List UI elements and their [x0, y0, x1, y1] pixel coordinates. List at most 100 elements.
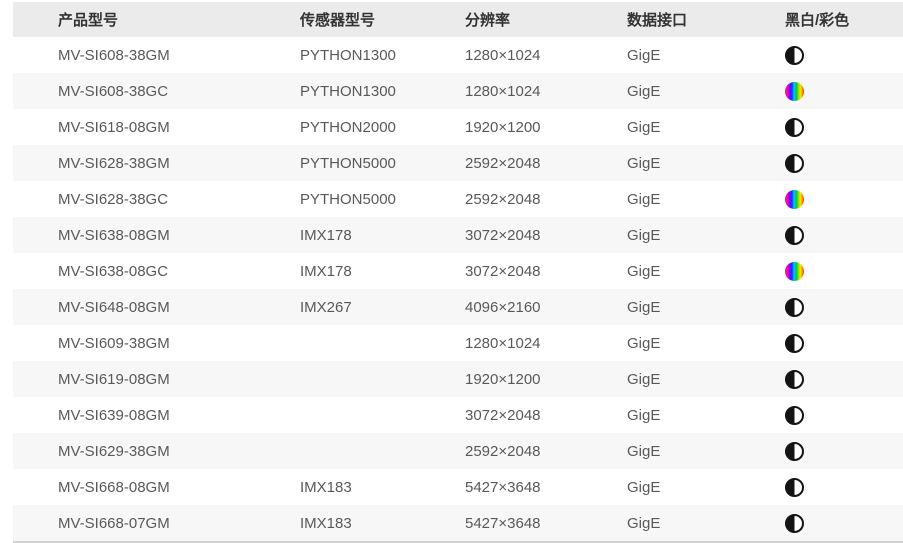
- table-row: MV-SI638-08GC IMX178 3072×2048 GigE: [13, 253, 903, 289]
- mono-icon: [785, 118, 804, 137]
- table-row: MV-SI609-38GM 1280×1024 GigE: [13, 325, 903, 361]
- column-header-model: 产品型号: [13, 2, 255, 37]
- table-body: MV-SI608-38GM PYTHON1300 1280×1024 GigE …: [13, 37, 903, 541]
- sensor-cell: IMX183: [255, 505, 420, 541]
- resolution-cell: 1280×1024: [420, 73, 582, 109]
- color-cell: [740, 181, 903, 217]
- model-cell: MV-SI608-38GC: [13, 73, 255, 109]
- product-spec-table-container: 产品型号 传感器型号 分辨率 数据接口 黑白/彩色 MV-SI608-38GM …: [13, 2, 903, 543]
- column-header-resolution: 分辨率: [420, 2, 582, 37]
- mono-icon: [785, 334, 804, 353]
- table-row: MV-SI619-08GM 1920×1200 GigE: [13, 361, 903, 397]
- sensor-cell: IMX178: [255, 253, 420, 289]
- sensor-cell: PYTHON1300: [255, 73, 420, 109]
- mono-icon: [785, 46, 804, 65]
- resolution-cell: 3072×2048: [420, 217, 582, 253]
- model-cell: MV-SI609-38GM: [13, 325, 255, 361]
- resolution-cell: 5427×3648: [420, 505, 582, 541]
- resolution-cell: 3072×2048: [420, 253, 582, 289]
- sensor-cell: [255, 433, 420, 469]
- interface-cell: GigE: [582, 397, 740, 433]
- resolution-cell: 2592×2048: [420, 181, 582, 217]
- color-cell: [740, 505, 903, 541]
- interface-cell: GigE: [582, 181, 740, 217]
- interface-cell: GigE: [582, 361, 740, 397]
- sensor-cell: [255, 361, 420, 397]
- color-cell: [740, 73, 903, 109]
- table-row: MV-SI628-38GM PYTHON5000 2592×2048 GigE: [13, 145, 903, 181]
- color-cell: [740, 145, 903, 181]
- column-header-color: 黑白/彩色: [740, 2, 903, 37]
- color-cell: [740, 217, 903, 253]
- color-cell: [740, 433, 903, 469]
- resolution-cell: 1920×1200: [420, 361, 582, 397]
- color-cell: [740, 253, 903, 289]
- interface-cell: GigE: [582, 325, 740, 361]
- product-spec-table: 产品型号 传感器型号 分辨率 数据接口 黑白/彩色 MV-SI608-38GM …: [13, 2, 903, 541]
- mono-icon: [785, 442, 804, 461]
- color-cell: [740, 37, 903, 73]
- interface-cell: GigE: [582, 73, 740, 109]
- model-cell: MV-SI628-38GM: [13, 145, 255, 181]
- color-icon: [785, 82, 804, 101]
- model-cell: MV-SI618-08GM: [13, 109, 255, 145]
- interface-cell: GigE: [582, 469, 740, 505]
- interface-cell: GigE: [582, 289, 740, 325]
- sensor-cell: IMX267: [255, 289, 420, 325]
- interface-cell: GigE: [582, 217, 740, 253]
- table-row: MV-SI608-38GM PYTHON1300 1280×1024 GigE: [13, 37, 903, 73]
- color-cell: [740, 469, 903, 505]
- sensor-cell: IMX183: [255, 469, 420, 505]
- resolution-cell: 1280×1024: [420, 37, 582, 73]
- sensor-cell: [255, 397, 420, 433]
- model-cell: MV-SI638-08GC: [13, 253, 255, 289]
- mono-icon: [785, 298, 804, 317]
- table-row: MV-SI608-38GC PYTHON1300 1280×1024 GigE: [13, 73, 903, 109]
- sensor-cell: PYTHON5000: [255, 145, 420, 181]
- resolution-cell: 3072×2048: [420, 397, 582, 433]
- interface-cell: GigE: [582, 145, 740, 181]
- resolution-cell: 4096×2160: [420, 289, 582, 325]
- sensor-cell: PYTHON1300: [255, 37, 420, 73]
- model-cell: MV-SI639-08GM: [13, 397, 255, 433]
- resolution-cell: 2592×2048: [420, 433, 582, 469]
- table-row: MV-SI668-07GM IMX183 5427×3648 GigE: [13, 505, 903, 541]
- model-cell: MV-SI608-38GM: [13, 37, 255, 73]
- resolution-cell: 5427×3648: [420, 469, 582, 505]
- table-row: MV-SI668-08GM IMX183 5427×3648 GigE: [13, 469, 903, 505]
- interface-cell: GigE: [582, 109, 740, 145]
- mono-icon: [785, 370, 804, 389]
- color-cell: [740, 397, 903, 433]
- interface-cell: GigE: [582, 433, 740, 469]
- mono-icon: [785, 226, 804, 245]
- color-cell: [740, 325, 903, 361]
- mono-icon: [785, 154, 804, 173]
- table-row: MV-SI618-08GM PYTHON2000 1920×1200 GigE: [13, 109, 903, 145]
- interface-cell: GigE: [582, 37, 740, 73]
- mono-icon: [785, 406, 804, 425]
- table-row: MV-SI639-08GM 3072×2048 GigE: [13, 397, 903, 433]
- table-row: MV-SI638-08GM IMX178 3072×2048 GigE: [13, 217, 903, 253]
- interface-cell: GigE: [582, 253, 740, 289]
- sensor-cell: PYTHON2000: [255, 109, 420, 145]
- color-cell: [740, 109, 903, 145]
- model-cell: MV-SI668-07GM: [13, 505, 255, 541]
- table-row: MV-SI628-38GC PYTHON5000 2592×2048 GigE: [13, 181, 903, 217]
- sensor-cell: PYTHON5000: [255, 181, 420, 217]
- color-icon: [785, 262, 804, 281]
- model-cell: MV-SI629-38GM: [13, 433, 255, 469]
- mono-icon: [785, 478, 804, 497]
- model-cell: MV-SI619-08GM: [13, 361, 255, 397]
- color-cell: [740, 361, 903, 397]
- model-cell: MV-SI628-38GC: [13, 181, 255, 217]
- model-cell: MV-SI638-08GM: [13, 217, 255, 253]
- interface-cell: GigE: [582, 505, 740, 541]
- model-cell: MV-SI648-08GM: [13, 289, 255, 325]
- color-cell: [740, 289, 903, 325]
- table-row: MV-SI648-08GM IMX267 4096×2160 GigE: [13, 289, 903, 325]
- model-cell: MV-SI668-08GM: [13, 469, 255, 505]
- column-header-interface: 数据接口: [582, 2, 740, 37]
- resolution-cell: 1920×1200: [420, 109, 582, 145]
- color-icon: [785, 190, 804, 209]
- resolution-cell: 2592×2048: [420, 145, 582, 181]
